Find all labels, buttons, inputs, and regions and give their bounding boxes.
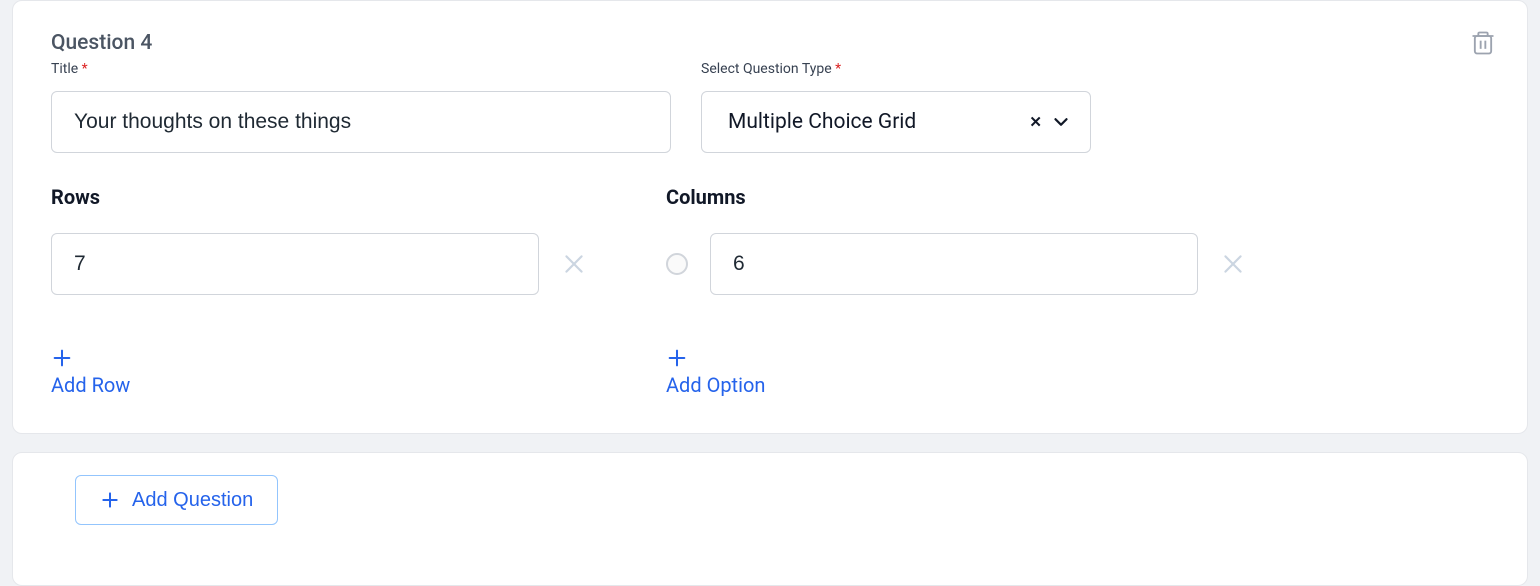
delete-question-button[interactable]	[1469, 29, 1497, 57]
radio-icon	[666, 253, 688, 275]
remove-column-button[interactable]	[1220, 251, 1246, 277]
title-input[interactable]	[51, 91, 671, 153]
plus-icon	[51, 347, 73, 369]
plus-icon	[666, 347, 688, 369]
chevron-down-icon	[1050, 111, 1072, 133]
close-icon	[561, 251, 587, 277]
add-question-button[interactable]: Add Question	[75, 475, 278, 525]
rows-section-label: Rows	[51, 185, 666, 209]
question-type-label: Select Question Type *	[701, 61, 1489, 77]
question-type-value: Multiple Choice Grid	[728, 110, 1021, 134]
plus-icon	[100, 490, 120, 510]
row-item	[51, 233, 666, 295]
clear-select-button[interactable]: ✕	[1021, 113, 1050, 131]
question-card: Question 4 Title * Select Question Type …	[12, 0, 1528, 434]
remove-row-button[interactable]	[561, 251, 587, 277]
required-marker: *	[835, 61, 841, 77]
add-row-label: Add Row	[51, 373, 130, 397]
footer-card: Add Question	[12, 452, 1528, 586]
question-type-label-text: Select Question Type	[701, 61, 832, 77]
add-option-label: Add Option	[666, 373, 765, 397]
title-label-text: Title	[51, 61, 78, 77]
title-label: Title *	[51, 61, 671, 77]
columns-section-label: Columns	[666, 185, 1489, 209]
question-type-select[interactable]: Multiple Choice Grid ✕	[701, 91, 1091, 153]
column-item	[666, 233, 1489, 295]
add-row-button[interactable]: Add Row	[51, 347, 130, 397]
add-option-button[interactable]: Add Option	[666, 347, 765, 397]
question-heading: Question 4	[51, 31, 1489, 55]
row-input[interactable]	[51, 233, 539, 295]
required-marker: *	[82, 61, 88, 77]
column-input[interactable]	[710, 233, 1198, 295]
add-question-label: Add Question	[132, 489, 253, 512]
close-icon	[1220, 251, 1246, 277]
trash-icon	[1469, 29, 1497, 57]
